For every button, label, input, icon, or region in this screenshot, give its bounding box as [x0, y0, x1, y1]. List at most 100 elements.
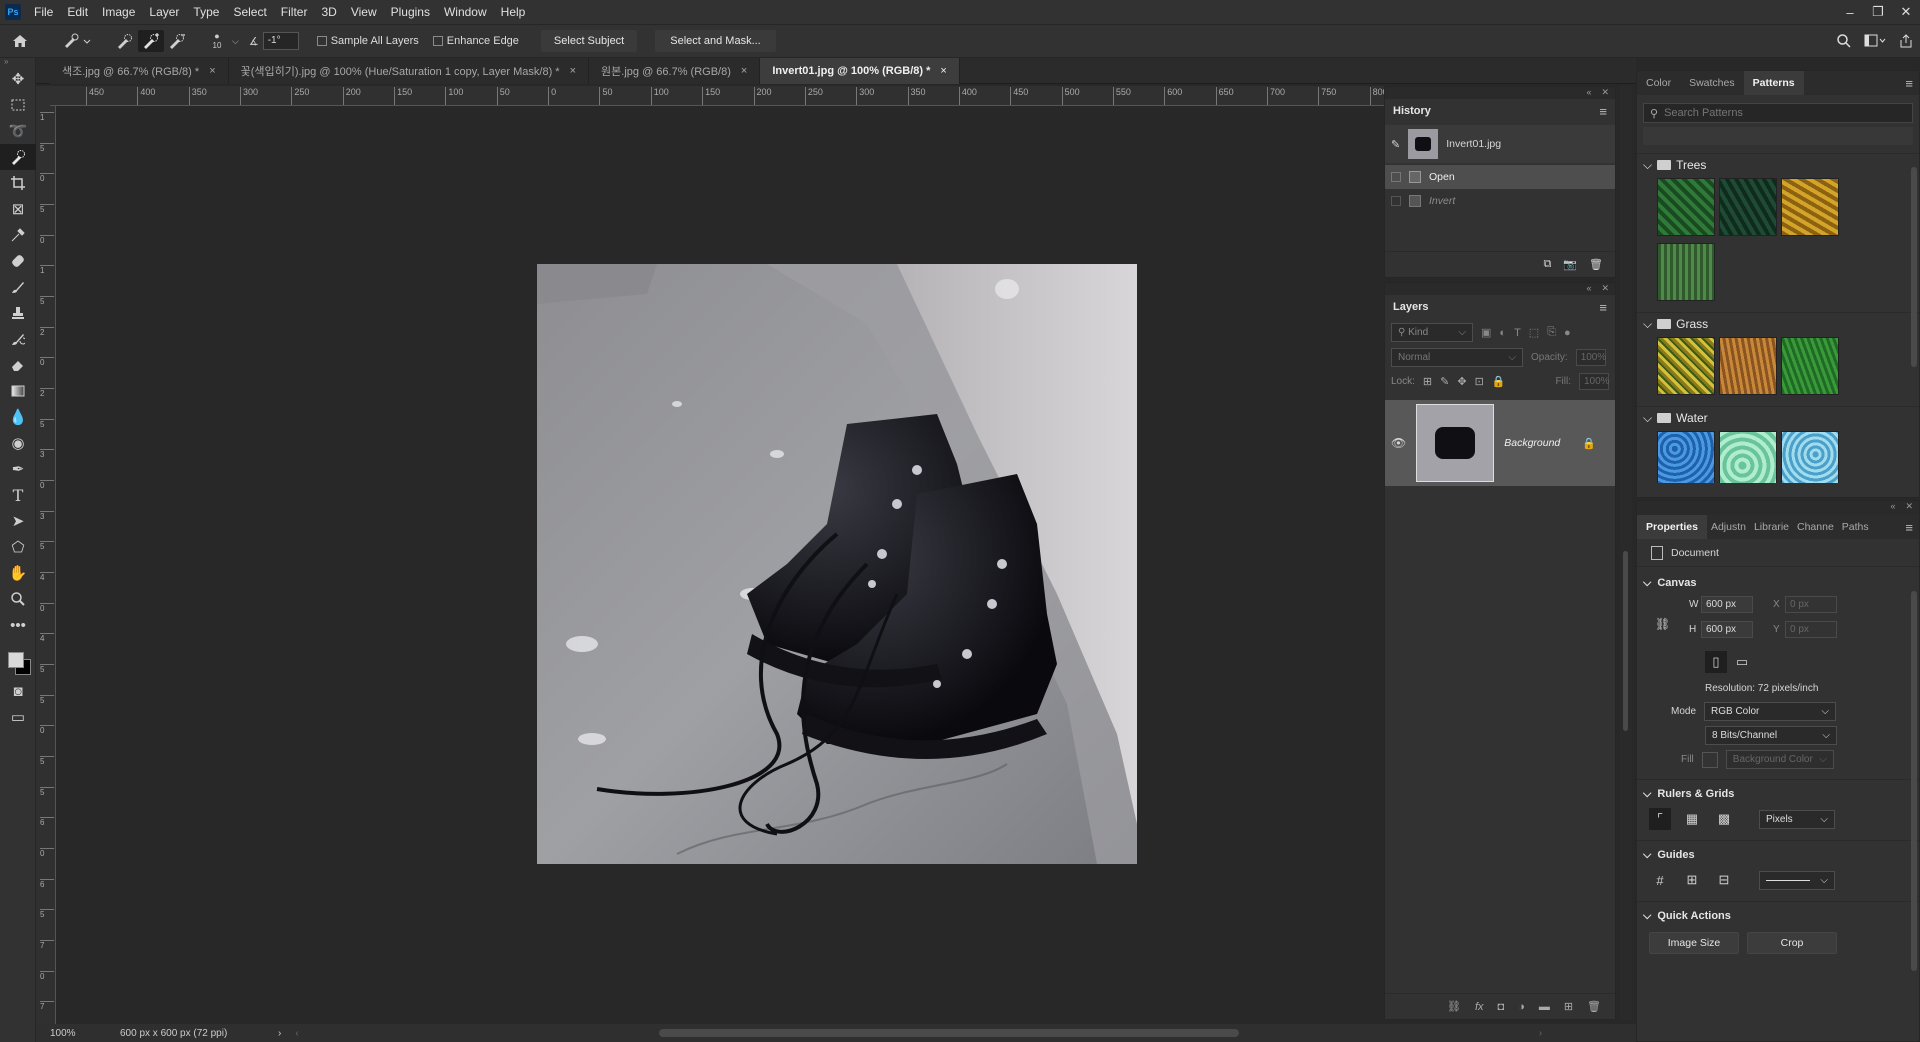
tab-swatches[interactable]: Swatches	[1680, 71, 1744, 95]
quick-mask-icon[interactable]: ◙	[0, 678, 36, 704]
bit-depth-dropdown[interactable]: 8 Bits/Channel ⌵	[1705, 726, 1837, 745]
search-icon[interactable]	[1830, 30, 1858, 52]
menu-plugins[interactable]: Plugins	[384, 0, 437, 24]
lock-artboard-icon[interactable]: ⊡	[1475, 375, 1484, 388]
pattern-swatch[interactable]	[1657, 178, 1715, 236]
menu-view[interactable]: View	[344, 0, 384, 24]
add-to-selection-icon[interactable]	[138, 30, 164, 52]
chevron-down-icon[interactable]: ⌵	[232, 36, 239, 47]
type-filter-icon[interactable]: T	[1514, 327, 1521, 339]
panel-menu-icon[interactable]: ≡	[1905, 520, 1913, 535]
collapse-icon[interactable]: «	[1586, 87, 1591, 99]
adjustment-filter-icon[interactable]: ◐	[1499, 327, 1506, 339]
crop-tool-icon[interactable]	[0, 170, 36, 196]
pattern-search-box[interactable]: ⚲	[1643, 103, 1913, 123]
enhance-edge-checkbox[interactable]: Enhance Edge	[432, 35, 519, 47]
chevron-left-icon[interactable]: ‹	[295, 1028, 298, 1039]
panel-menu-icon[interactable]: ≡	[1599, 104, 1607, 119]
tab-doc-4[interactable]: Invert01.jpg @ 100% (RGB/8) * ×	[760, 58, 960, 84]
tab-doc-3[interactable]: 원본.jpg @ 66.7% (RGB/8) ×	[589, 58, 761, 84]
menu-type[interactable]: Type	[186, 0, 226, 24]
pattern-swatch[interactable]	[1719, 431, 1777, 483]
zoom-level[interactable]: 100%	[36, 1028, 96, 1039]
collapse-icon[interactable]: «	[1586, 283, 1591, 295]
new-document-from-state-icon[interactable]: ⧉	[1543, 258, 1551, 271]
pattern-swatch[interactable]	[1657, 243, 1715, 301]
workspace-icon[interactable]	[1858, 30, 1892, 52]
tab-patterns[interactable]: Patterns	[1743, 71, 1804, 95]
sample-all-layers-checkbox[interactable]: Sample All Layers	[316, 35, 419, 47]
visibility-eye-icon[interactable]: 👁	[1391, 436, 1406, 450]
rulers-grids-section-header[interactable]: ⌵ Rulers & Grids	[1637, 784, 1919, 804]
fill-input[interactable]: 100%	[1579, 373, 1610, 390]
eraser-tool-icon[interactable]	[0, 352, 36, 378]
history-item-invert[interactable]: Invert	[1385, 189, 1615, 213]
menu-file[interactable]: File	[27, 0, 60, 24]
collapse-icon[interactable]: «	[1890, 501, 1895, 515]
new-layer-icon[interactable]: ⊞	[1564, 1000, 1573, 1013]
link-layers-icon[interactable]: ⛓	[1447, 1000, 1461, 1013]
dodge-tool-icon[interactable]: ◉	[0, 430, 36, 456]
document-info[interactable]: 600 px x 600 px (72 ppi)	[120, 1028, 270, 1039]
eyedropper-tool-icon[interactable]	[0, 222, 36, 248]
history-brush-tool-icon[interactable]	[0, 326, 36, 352]
horizontal-scrollbar[interactable]	[658, 1029, 1239, 1037]
layer-style-icon[interactable]: fx	[1475, 1001, 1484, 1013]
select-subject-button[interactable]: Select Subject	[540, 30, 638, 52]
shape-filter-icon[interactable]: ⬚	[1529, 326, 1539, 339]
y-input[interactable]: 0 px	[1785, 621, 1837, 638]
history-snapshot[interactable]: ✎ Invert01.jpg	[1385, 125, 1615, 163]
pattern-swatch[interactable]	[1781, 431, 1839, 483]
trash-icon[interactable]: 🗑	[1587, 1000, 1601, 1013]
close-icon[interactable]: ×	[940, 65, 946, 77]
tab-doc-2[interactable]: 꽃(색입히기).jpg @ 100% (Hue/Saturation 1 cop…	[228, 58, 590, 84]
menu-select[interactable]: Select	[226, 0, 273, 24]
history-item-open[interactable]: Open	[1385, 165, 1615, 189]
properties-scrollbar[interactable]	[1911, 591, 1917, 971]
pattern-group-trees[interactable]: ⌵ Trees	[1637, 154, 1919, 176]
document-image[interactable]	[537, 264, 1137, 864]
chevron-right-icon[interactable]: ›	[1539, 1028, 1542, 1039]
image-size-button[interactable]: Image Size	[1649, 932, 1739, 954]
close-icon[interactable]: ✕	[1601, 283, 1609, 295]
close-icon[interactable]: ×	[741, 65, 747, 77]
portrait-orientation-icon[interactable]: ▯	[1705, 651, 1727, 673]
home-icon[interactable]	[0, 30, 40, 52]
lock-transparent-icon[interactable]: ⊞	[1423, 375, 1432, 388]
tab-paths[interactable]: Paths	[1838, 515, 1873, 539]
menu-layer[interactable]: Layer	[142, 0, 186, 24]
pattern-group-water[interactable]: ⌵ Water	[1637, 407, 1919, 429]
angle-input[interactable]: -1°	[262, 32, 299, 50]
hand-tool-icon[interactable]: ✋	[0, 560, 36, 586]
close-icon[interactable]: ×	[209, 65, 215, 77]
fill-color-swatch[interactable]	[1701, 751, 1718, 768]
panel-menu-icon[interactable]: ≡	[1599, 300, 1607, 315]
close-icon[interactable]: ✕	[1905, 501, 1913, 515]
crop-button[interactable]: Crop	[1747, 932, 1837, 954]
type-tool-icon[interactable]: T	[0, 482, 36, 508]
snapshot-camera-icon[interactable]: 📷	[1563, 258, 1577, 271]
new-group-icon[interactable]: ▬	[1539, 1001, 1550, 1013]
fill-dropdown[interactable]: Background Color ⌵	[1725, 750, 1834, 769]
shape-tool-icon[interactable]: ⬠	[0, 534, 36, 560]
patterns-scrollbar[interactable]	[1911, 167, 1917, 367]
close-icon[interactable]: ✕	[1892, 0, 1920, 24]
height-input[interactable]: 600 px	[1701, 621, 1753, 638]
ruler-toggle-icon[interactable]: ⌜	[1649, 808, 1671, 830]
guide-style-dropdown[interactable]: ⌵	[1759, 870, 1835, 890]
pattern-swatch[interactable]	[1781, 337, 1839, 395]
tab-channels[interactable]: Channe	[1793, 515, 1838, 539]
layer-name[interactable]: Background	[1504, 437, 1572, 449]
smart-object-filter-icon[interactable]: ⎘	[1547, 326, 1556, 339]
pen-tool-icon[interactable]: ✒	[0, 456, 36, 482]
close-icon[interactable]: ×	[570, 65, 576, 77]
pixel-grid-toggle-icon[interactable]: ▩	[1713, 808, 1735, 830]
chevron-right-icon[interactable]: ›	[278, 1028, 281, 1039]
collapse-icon[interactable]: »	[0, 58, 35, 66]
quick-selection-tool-icon[interactable]	[0, 144, 36, 170]
tab-doc-1[interactable]: 색조.jpg @ 66.7% (RGB/8) * ×	[50, 58, 229, 84]
guide-layout-icon[interactable]: ⊟	[1713, 869, 1735, 891]
lock-position-icon[interactable]: ✥	[1457, 375, 1466, 388]
tab-adjustments[interactable]: Adjustn	[1707, 515, 1750, 539]
kind-filter-dropdown[interactable]: ⚲ Kind ⌵	[1391, 323, 1473, 342]
